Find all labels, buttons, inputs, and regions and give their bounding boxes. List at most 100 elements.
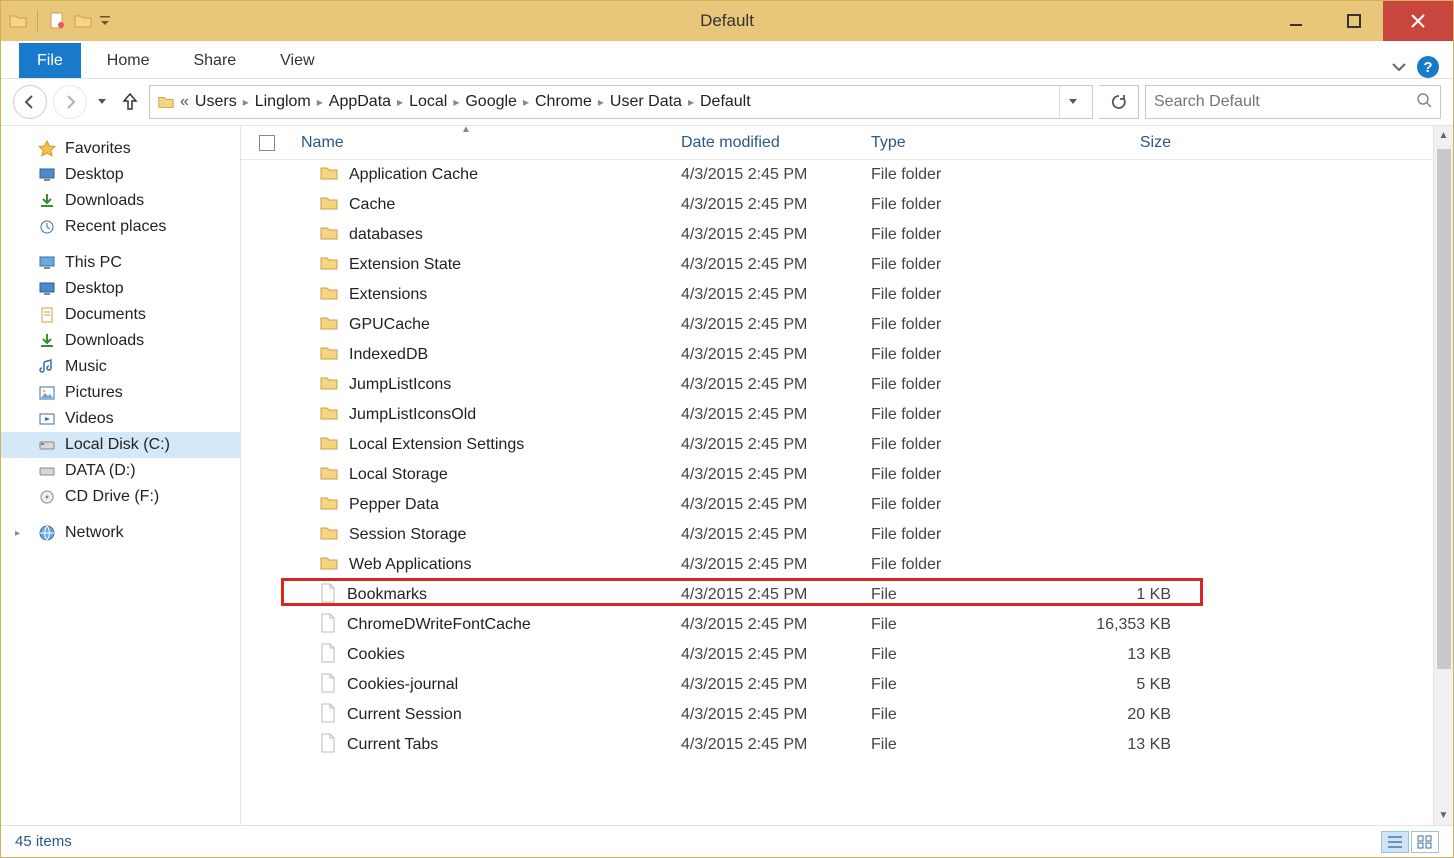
address-dropdown-icon[interactable]: [1059, 86, 1086, 118]
ribbon-expand-icon[interactable]: [1391, 59, 1407, 75]
breadcrumb-item[interactable]: Users: [193, 93, 239, 110]
search-icon[interactable]: [1416, 92, 1432, 113]
file-row[interactable]: Extensions4/3/2015 2:45 PMFile folder: [241, 280, 1433, 310]
folder-icon: [319, 493, 339, 518]
file-row[interactable]: ChromeDWriteFontCache4/3/2015 2:45 PMFil…: [241, 610, 1433, 640]
expand-icon[interactable]: ▸: [15, 528, 29, 539]
new-folder-icon[interactable]: [72, 10, 94, 32]
file-date: 4/3/2015 2:45 PM: [681, 586, 871, 604]
nav-item-label: Music: [65, 358, 107, 376]
chevron-right-icon[interactable]: ▸: [594, 95, 608, 109]
nav-item[interactable]: Local Disk (C:): [1, 432, 240, 458]
nav-item-label: Videos: [65, 410, 114, 428]
nav-item-label: Recent places: [65, 218, 166, 236]
select-all-checkbox[interactable]: [259, 135, 301, 151]
breadcrumb-item[interactable]: Chrome: [533, 93, 594, 110]
nav-item[interactable]: CD Drive (F:): [1, 484, 240, 510]
search-input[interactable]: [1154, 93, 1408, 111]
file-row[interactable]: JumpListIconsOld4/3/2015 2:45 PMFile fol…: [241, 400, 1433, 430]
file-row[interactable]: Extension State4/3/2015 2:45 PMFile fold…: [241, 250, 1433, 280]
nav-item[interactable]: Desktop: [1, 276, 240, 302]
scroll-thumb[interactable]: [1437, 149, 1451, 669]
vertical-scrollbar[interactable]: ▲ ▼: [1433, 126, 1453, 825]
breadcrumb-overflow[interactable]: «: [176, 93, 193, 111]
recent-locations-dropdown[interactable]: [93, 85, 111, 119]
chevron-right-icon[interactable]: ▸: [239, 95, 253, 109]
folder-icon: [319, 523, 339, 548]
refresh-button[interactable]: [1099, 85, 1139, 119]
up-button[interactable]: [117, 85, 143, 119]
file-date: 4/3/2015 2:45 PM: [681, 346, 871, 364]
file-icon: [319, 613, 337, 638]
scroll-down-icon[interactable]: ▼: [1439, 806, 1449, 825]
back-button[interactable]: [13, 85, 47, 119]
file-type: File: [871, 586, 1061, 604]
view-details-button[interactable]: [1381, 831, 1409, 853]
maximize-button[interactable]: [1325, 1, 1383, 41]
file-row[interactable]: Current Tabs4/3/2015 2:45 PMFile13 KB: [241, 730, 1433, 760]
file-row[interactable]: Pepper Data4/3/2015 2:45 PMFile folder: [241, 490, 1433, 520]
file-row[interactable]: databases4/3/2015 2:45 PMFile folder: [241, 220, 1433, 250]
file-row[interactable]: Cache4/3/2015 2:45 PMFile folder: [241, 190, 1433, 220]
nav-network[interactable]: ▸ Network: [1, 520, 240, 546]
minimize-button[interactable]: [1267, 1, 1325, 41]
nav-item[interactable]: DATA (D:): [1, 458, 240, 484]
file-row[interactable]: JumpListIcons4/3/2015 2:45 PMFile folder: [241, 370, 1433, 400]
tab-view[interactable]: View: [262, 43, 332, 78]
file-name: Cache: [349, 196, 395, 214]
help-icon[interactable]: ?: [1417, 56, 1439, 78]
scroll-up-icon[interactable]: ▲: [1439, 126, 1449, 145]
file-row[interactable]: Application Cache4/3/2015 2:45 PMFile fo…: [241, 160, 1433, 190]
address-bar[interactable]: « Users▸Linglom▸AppData▸Local▸Google▸Chr…: [149, 85, 1093, 119]
breadcrumb-item[interactable]: Google: [463, 93, 519, 110]
search-box[interactable]: [1145, 85, 1441, 119]
tab-share[interactable]: Share: [175, 43, 254, 78]
chevron-right-icon[interactable]: ▸: [449, 95, 463, 109]
breadcrumb-item[interactable]: Default: [698, 93, 753, 110]
nav-item[interactable]: Downloads: [1, 328, 240, 354]
view-thumbnails-button[interactable]: [1411, 831, 1439, 853]
breadcrumb-item[interactable]: Linglom: [253, 93, 313, 110]
chevron-right-icon[interactable]: ▸: [313, 95, 327, 109]
column-name[interactable]: Name ▲: [301, 134, 681, 152]
breadcrumb-item[interactable]: User Data: [608, 93, 684, 110]
forward-button[interactable]: [53, 85, 87, 119]
chevron-right-icon[interactable]: ▸: [393, 95, 407, 109]
file-size: 13 KB: [1061, 736, 1181, 754]
file-row[interactable]: Web Applications4/3/2015 2:45 PMFile fol…: [241, 550, 1433, 580]
breadcrumb-item[interactable]: AppData: [327, 93, 393, 110]
file-row[interactable]: Local Extension Settings4/3/2015 2:45 PM…: [241, 430, 1433, 460]
nav-this-pc[interactable]: This PC: [1, 250, 240, 276]
file-row[interactable]: Bookmarks4/3/2015 2:45 PMFile1 KB: [241, 580, 1433, 610]
folder-icon: [319, 163, 339, 188]
properties-icon[interactable]: [46, 10, 68, 32]
tab-home[interactable]: Home: [89, 43, 168, 78]
breadcrumb-item[interactable]: Local: [407, 93, 449, 110]
file-row[interactable]: Local Storage4/3/2015 2:45 PMFile folder: [241, 460, 1433, 490]
file-row[interactable]: GPUCache4/3/2015 2:45 PMFile folder: [241, 310, 1433, 340]
file-row[interactable]: Current Session4/3/2015 2:45 PMFile20 KB: [241, 700, 1433, 730]
file-date: 4/3/2015 2:45 PM: [681, 196, 871, 214]
folder-icon: [319, 463, 339, 488]
nav-item[interactable]: Documents: [1, 302, 240, 328]
chevron-right-icon[interactable]: ▸: [684, 95, 698, 109]
nav-item[interactable]: Desktop: [1, 162, 240, 188]
file-row[interactable]: Cookies-journal4/3/2015 2:45 PMFile5 KB: [241, 670, 1433, 700]
tab-file[interactable]: File: [19, 43, 81, 78]
file-row[interactable]: Session Storage4/3/2015 2:45 PMFile fold…: [241, 520, 1433, 550]
file-row[interactable]: IndexedDB4/3/2015 2:45 PMFile folder: [241, 340, 1433, 370]
nav-item[interactable]: Videos: [1, 406, 240, 432]
column-type[interactable]: Type: [871, 134, 1061, 152]
column-size[interactable]: Size: [1061, 134, 1181, 152]
nav-item[interactable]: Downloads: [1, 188, 240, 214]
nav-item[interactable]: Music: [1, 354, 240, 380]
file-type: File folder: [871, 346, 1061, 364]
column-date[interactable]: Date modified: [681, 134, 871, 152]
chevron-right-icon[interactable]: ▸: [519, 95, 533, 109]
nav-favorites[interactable]: Favorites: [1, 136, 240, 162]
qat-dropdown[interactable]: [98, 10, 112, 32]
nav-item[interactable]: Pictures: [1, 380, 240, 406]
close-button[interactable]: [1383, 1, 1453, 41]
file-row[interactable]: Cookies4/3/2015 2:45 PMFile13 KB: [241, 640, 1433, 670]
nav-item[interactable]: Recent places: [1, 214, 240, 240]
